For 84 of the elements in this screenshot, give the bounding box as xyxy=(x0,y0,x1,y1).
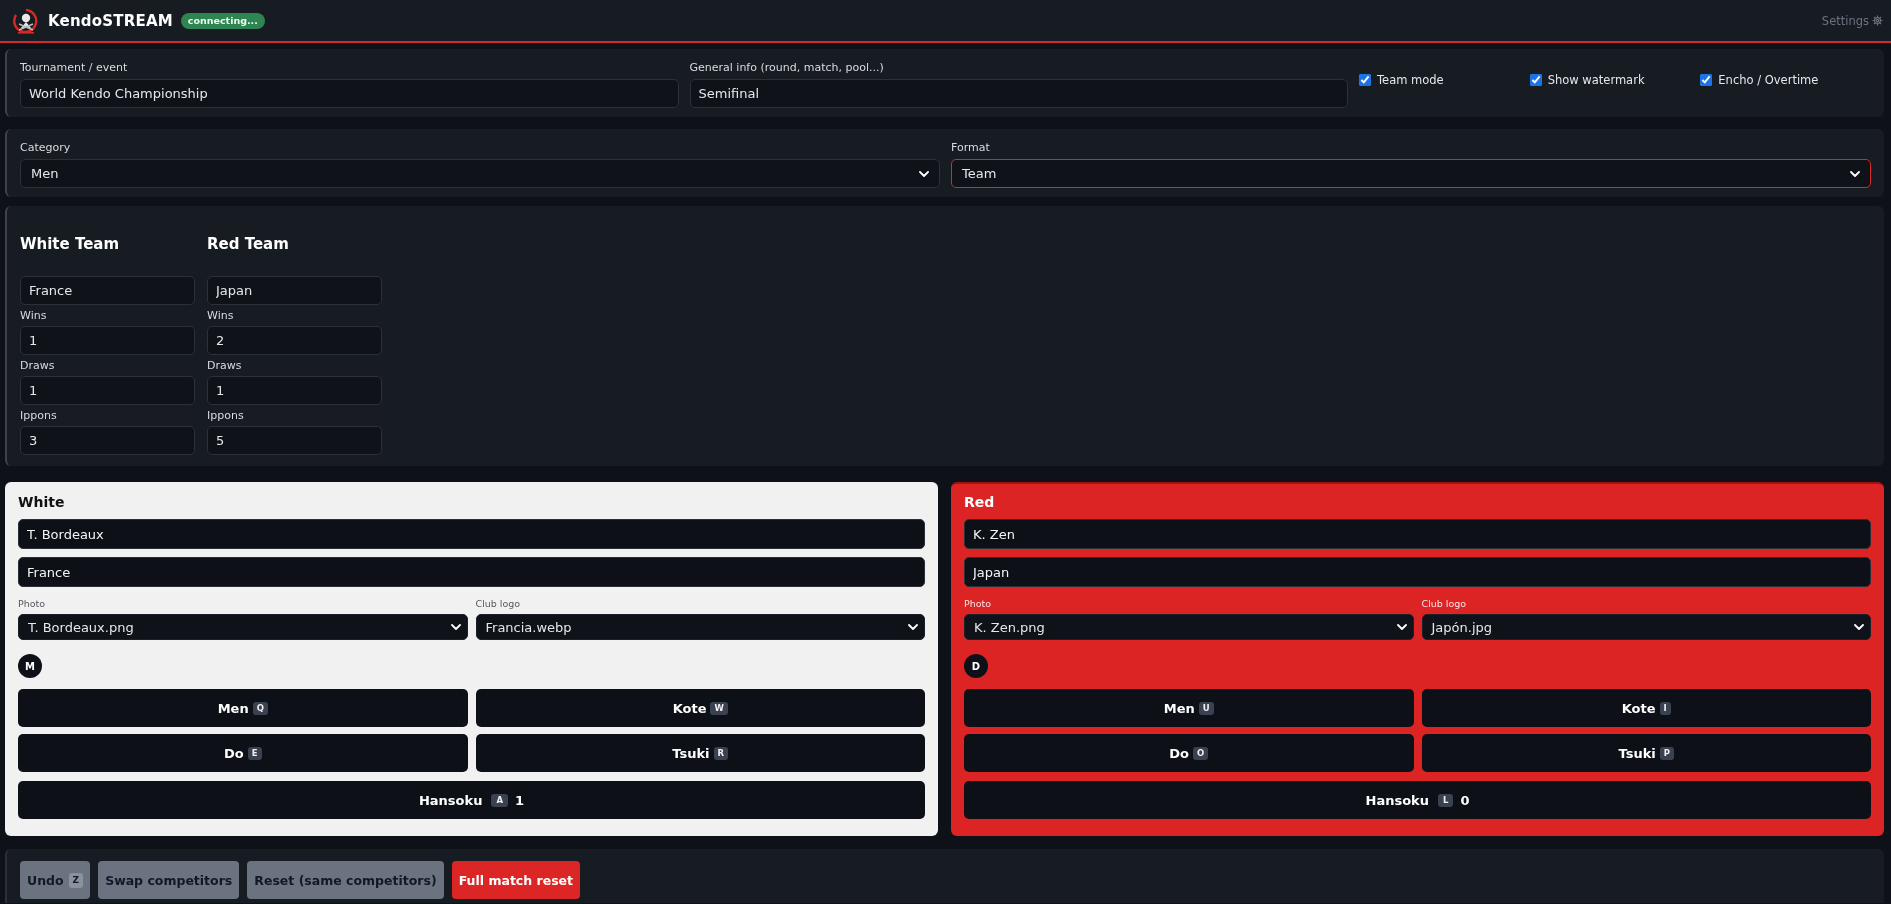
shortcut-key: U xyxy=(1198,701,1214,715)
ippon-marker: D xyxy=(964,654,988,678)
chevron-icon xyxy=(1396,624,1407,630)
stat-label: Draws xyxy=(207,359,243,373)
team-heading: Red Team xyxy=(207,235,290,253)
shortcut-key: L xyxy=(1438,793,1454,807)
select-field[interactable]: T. Bordeaux.png xyxy=(18,614,468,640)
field-label: Category xyxy=(20,141,72,155)
field-label: Photo xyxy=(18,598,47,610)
checkbox-label: Team mode xyxy=(1377,72,1444,87)
action-button[interactable]: Swap competitors xyxy=(98,861,240,899)
text-input[interactable]: World Kendo Championship xyxy=(20,79,679,108)
action-button[interactable]: Full match reset xyxy=(451,861,581,899)
field-label: Photo xyxy=(964,598,993,610)
logo-icon xyxy=(12,6,40,35)
field-label: Club logo xyxy=(1421,598,1468,610)
shortcut-key: W xyxy=(710,701,728,715)
hansoku-button[interactable]: Hansoku A 1 xyxy=(18,781,925,819)
shortcut-key: Z xyxy=(68,872,84,888)
team-name-input[interactable]: France xyxy=(20,276,195,305)
field-label: Club logo xyxy=(475,598,522,610)
competitor-heading: White xyxy=(18,493,66,512)
competitor-name-input[interactable]: T. Bordeaux xyxy=(18,519,925,549)
stat-label: Wins xyxy=(207,309,235,323)
competitor-club-input[interactable]: France xyxy=(18,557,925,587)
strike-button[interactable]: Kote W xyxy=(475,689,925,727)
app-title: KendoSTREAM xyxy=(48,11,173,30)
stat-label: Ippons xyxy=(207,409,245,423)
shortcut-key: E xyxy=(247,746,262,760)
action-button[interactable]: Undo Z xyxy=(20,861,91,899)
chevron-icon xyxy=(1854,624,1864,630)
strike-button[interactable]: Kote I xyxy=(1421,689,1871,727)
select-field[interactable]: Japón.jpg xyxy=(1421,614,1871,640)
stat-label: Wins xyxy=(20,309,48,323)
hansoku-button[interactable]: Hansoku L 0 xyxy=(964,781,1871,819)
strike-button[interactable]: Men U xyxy=(964,689,1414,727)
chevron-icon xyxy=(450,624,461,630)
chevron-icon xyxy=(908,624,918,630)
settings-icon xyxy=(1872,15,1883,26)
ippon-marker: M xyxy=(18,654,42,678)
action-button[interactable]: Reset (same competitors) xyxy=(247,861,444,899)
strike-button[interactable]: Tsuki R xyxy=(475,734,925,772)
stat-label: Draws xyxy=(20,359,56,373)
stat-label: Ippons xyxy=(20,409,58,423)
team-name-input[interactable]: Japan xyxy=(207,276,382,305)
settings-button[interactable]: Settings xyxy=(1821,13,1883,28)
competitor-heading: Red xyxy=(964,493,996,512)
stat-input[interactable]: 1 xyxy=(20,326,195,355)
stat-input[interactable]: 1 xyxy=(20,376,195,405)
checkbox[interactable] xyxy=(1359,73,1371,86)
stat-input[interactable]: 5 xyxy=(207,426,382,455)
competitor-club-input[interactable]: Japan xyxy=(964,557,1871,587)
shortcut-key: Q xyxy=(252,701,268,715)
select-field[interactable]: K. Zen.png xyxy=(964,614,1414,640)
team-heading: White Team xyxy=(20,235,121,253)
chevron-icon xyxy=(919,170,929,177)
select-field[interactable]: Men xyxy=(20,159,940,188)
shortcut-key: A xyxy=(491,793,508,807)
competitor-name-input[interactable]: K. Zen xyxy=(964,519,1871,549)
strike-button[interactable]: Tsuki P xyxy=(1421,734,1871,772)
shortcut-key: R xyxy=(713,746,729,760)
chevron-icon xyxy=(1850,170,1860,177)
checkbox[interactable] xyxy=(1700,73,1713,86)
hansoku-count: 1 xyxy=(515,792,525,808)
strike-button[interactable]: Do E xyxy=(18,734,468,772)
shortcut-key: I xyxy=(1659,701,1671,715)
field-label: Tournament / event xyxy=(20,61,129,75)
checkbox-label: Encho / Overtime xyxy=(1718,72,1819,87)
text-input[interactable]: Semifinal xyxy=(689,79,1348,108)
checkbox-label: Show watermark xyxy=(1547,72,1645,87)
hansoku-count: 0 xyxy=(1460,792,1470,808)
field-label: General info (round, match, pool...) xyxy=(689,61,885,75)
strike-button[interactable]: Men Q xyxy=(18,689,468,727)
select-field[interactable]: Team xyxy=(951,159,1871,188)
connection-status-badge: connecting... xyxy=(180,12,265,29)
shortcut-key: O xyxy=(1193,746,1209,760)
stat-input[interactable]: 2 xyxy=(207,326,382,355)
select-field[interactable]: Francia.webp xyxy=(475,614,925,640)
field-label: Format xyxy=(951,141,991,155)
stat-input[interactable]: 1 xyxy=(207,376,382,405)
shortcut-key: P xyxy=(1659,746,1674,760)
stat-input[interactable]: 3 xyxy=(20,426,195,455)
strike-button[interactable]: Do O xyxy=(964,734,1414,772)
checkbox[interactable] xyxy=(1529,73,1542,86)
